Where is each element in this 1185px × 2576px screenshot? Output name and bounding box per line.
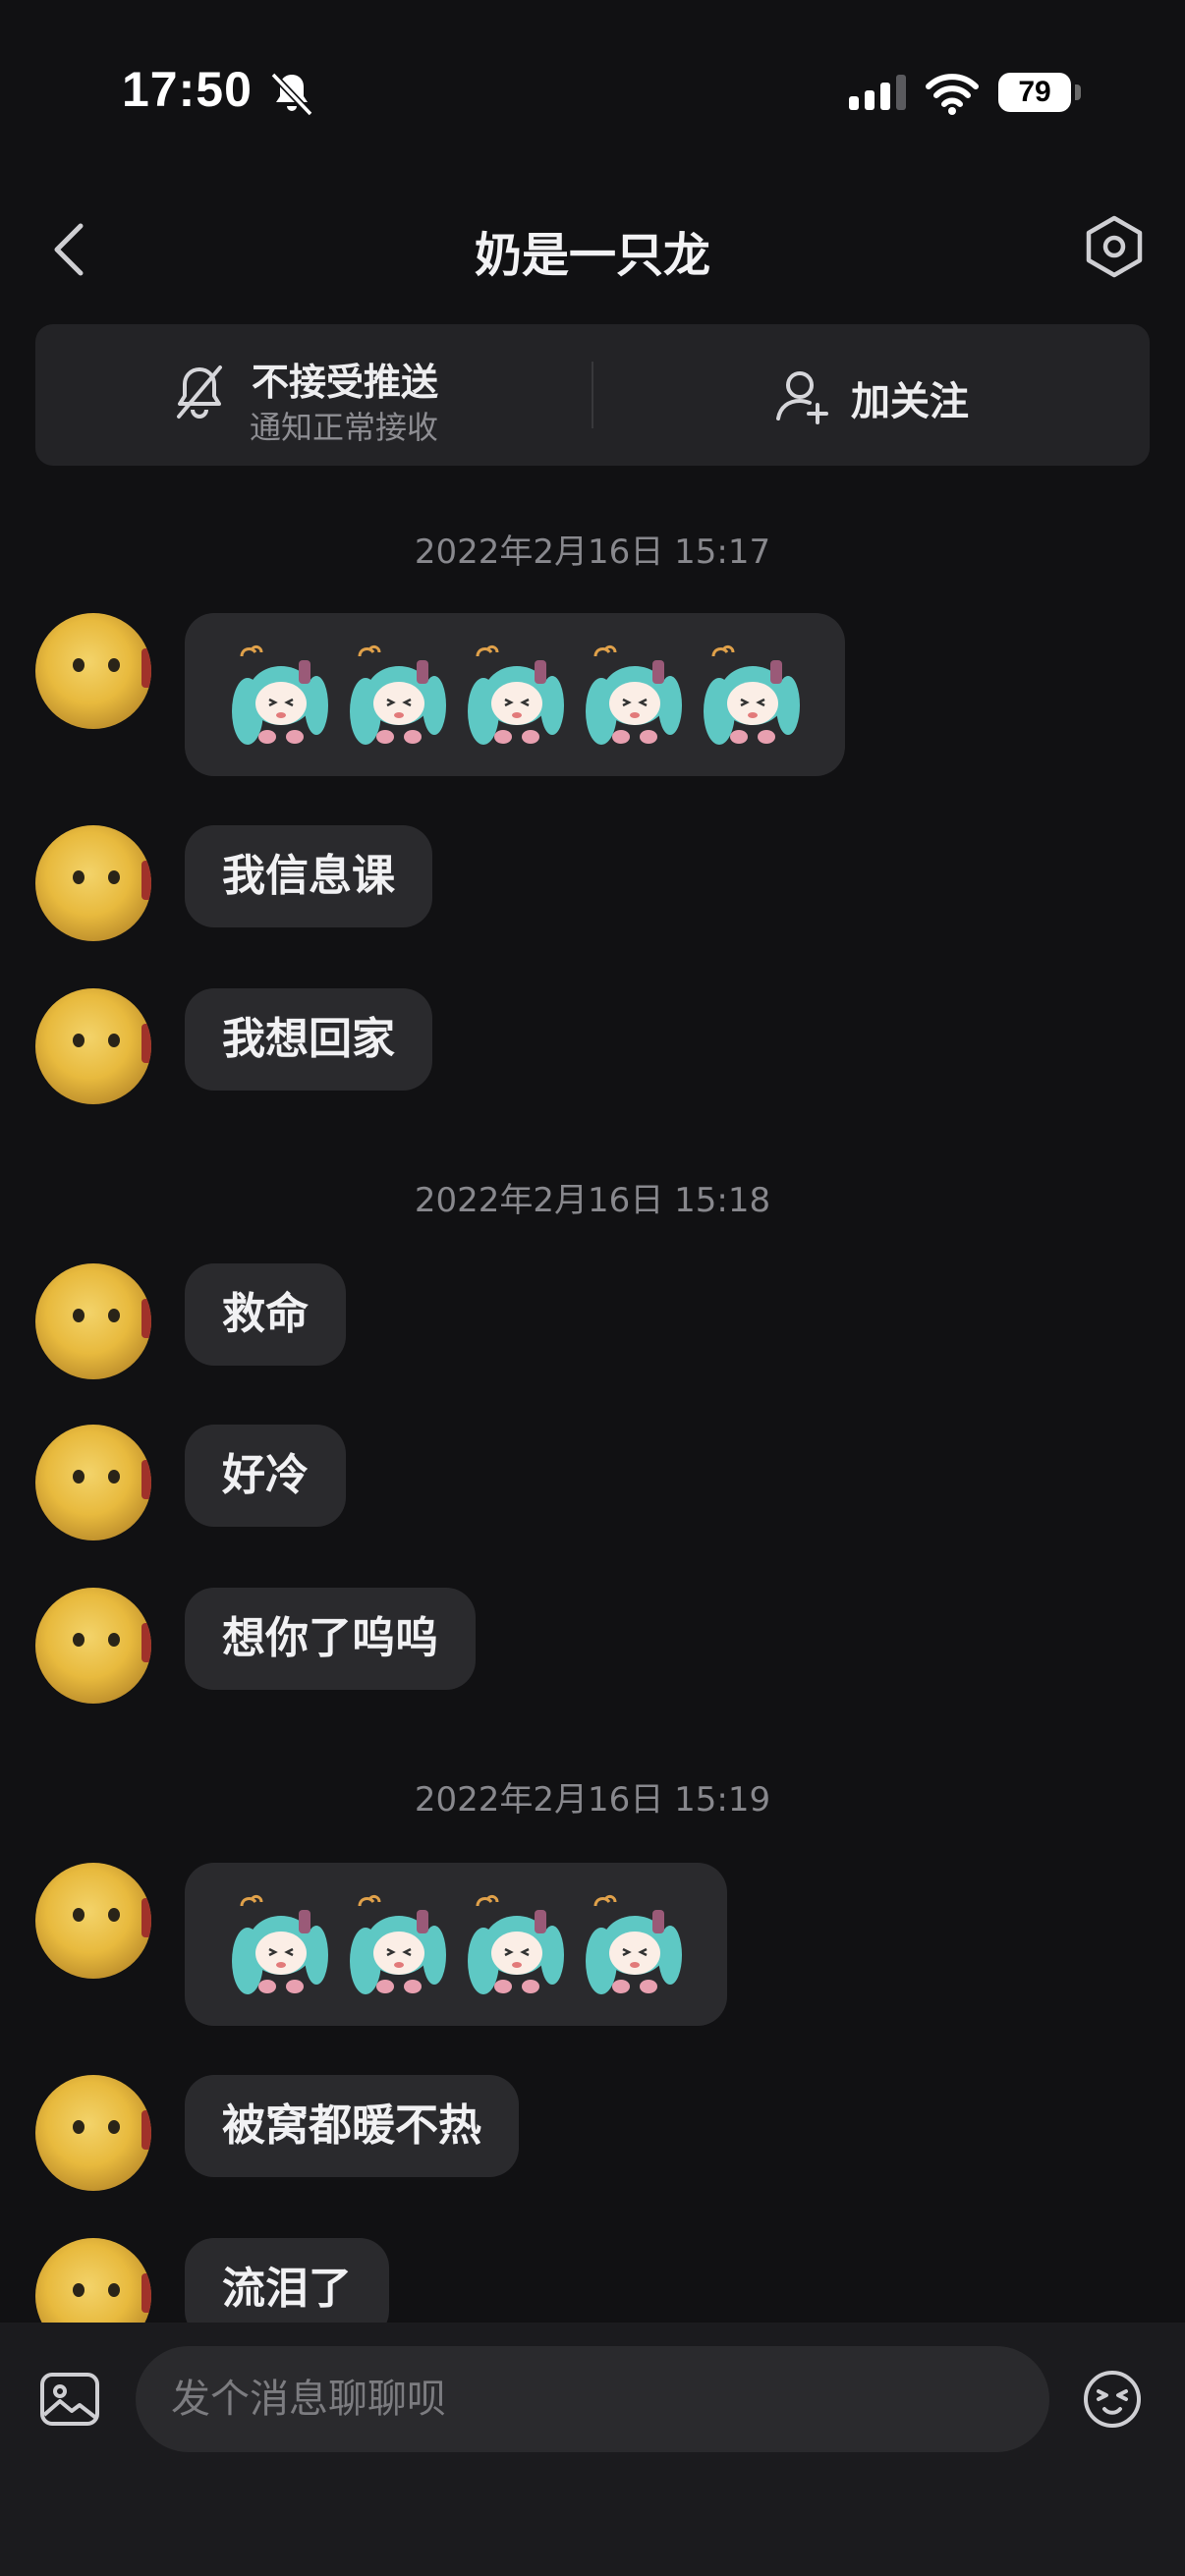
timestamp: 2022年2月16日 15:19 — [414, 1780, 771, 1820]
battery-indicator: 79 — [998, 73, 1081, 116]
miku-sticker-icon — [232, 644, 328, 745]
message-input-placeholder: 发个消息聊聊呗 — [171, 2377, 446, 2422]
chat-title: 奶是一只龙 — [474, 228, 710, 283]
message-bubble[interactable]: 想你了呜呜 — [185, 1588, 476, 1690]
mute-subtitle: 通知正常接收 — [250, 409, 439, 446]
avatar[interactable] — [35, 1263, 151, 1379]
avatar[interactable] — [35, 1425, 151, 1540]
message-bubble[interactable]: 我信息课 — [185, 825, 432, 927]
battery-level: 79 — [998, 73, 1071, 112]
chat-action-card: 不接受推送 通知正常接收 加关注 — [35, 324, 1150, 466]
message-input[interactable]: 发个消息聊聊呗 — [136, 2346, 1049, 2452]
add-user-icon[interactable] — [774, 367, 831, 424]
emoji-icon[interactable] — [1083, 2370, 1142, 2429]
avatar[interactable] — [35, 1863, 151, 1979]
sticker-message[interactable] — [185, 613, 845, 776]
cellular-signal-icon — [849, 75, 906, 110]
timestamp: 2022年2月16日 15:18 — [414, 1181, 771, 1220]
miku-sticker-icon — [586, 644, 682, 745]
wifi-icon — [926, 74, 979, 115]
avatar[interactable] — [35, 2075, 151, 2191]
avatar[interactable] — [35, 1588, 151, 1704]
miku-sticker-icon — [704, 644, 800, 745]
timestamp: 2022年2月16日 15:17 — [414, 532, 771, 572]
message-bubble[interactable]: 救命 — [185, 1263, 346, 1366]
miku-sticker-icon — [350, 1894, 446, 1994]
message-bubble[interactable]: 我想回家 — [185, 988, 432, 1091]
image-icon[interactable] — [39, 2372, 100, 2427]
miku-sticker-icon — [586, 1894, 682, 1994]
follow-button[interactable]: 加关注 — [851, 369, 969, 426]
bell-off-icon — [270, 72, 313, 117]
miku-sticker-icon — [350, 644, 446, 745]
settings-hexagon-icon[interactable] — [1083, 214, 1146, 279]
miku-sticker-icon — [232, 1894, 328, 1994]
miku-sticker-icon — [468, 1894, 564, 1994]
avatar[interactable] — [35, 613, 151, 729]
miku-sticker-icon — [468, 644, 564, 745]
mute-title[interactable]: 不接受推送 — [252, 352, 438, 406]
message-bubble[interactable]: 好冷 — [185, 1425, 346, 1527]
bell-off-icon[interactable] — [171, 362, 228, 422]
sticker-message[interactable] — [185, 1863, 727, 2026]
avatar[interactable] — [35, 988, 151, 1104]
avatar[interactable] — [35, 825, 151, 941]
message-bubble[interactable]: 被窝都暖不热 — [185, 2075, 519, 2177]
status-time: 17:50 — [122, 62, 253, 117]
